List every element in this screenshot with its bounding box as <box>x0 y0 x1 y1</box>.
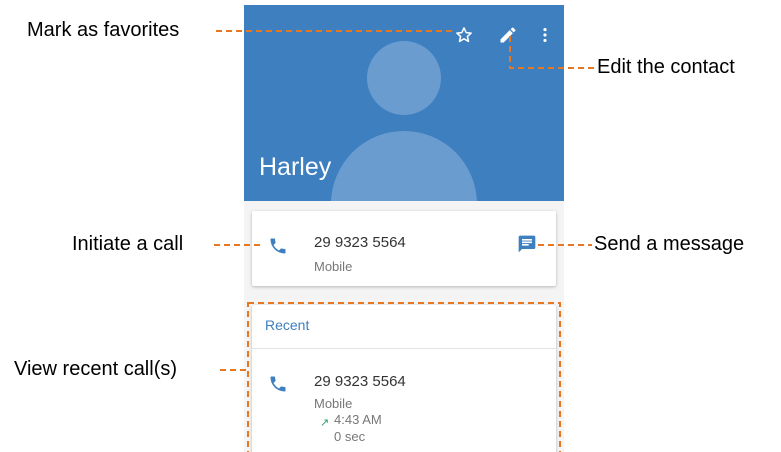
annotation-message: Send a message <box>594 233 745 255</box>
recent-highlight-box <box>247 302 561 452</box>
annotation-favorites: Mark as favorites <box>27 19 180 41</box>
edit-leader-line <box>509 36 594 69</box>
annotation-recent: View recent call(s) <box>14 358 178 380</box>
annotation-call: Initiate a call <box>72 233 184 255</box>
annotation-edit: Edit the contact <box>597 56 735 78</box>
